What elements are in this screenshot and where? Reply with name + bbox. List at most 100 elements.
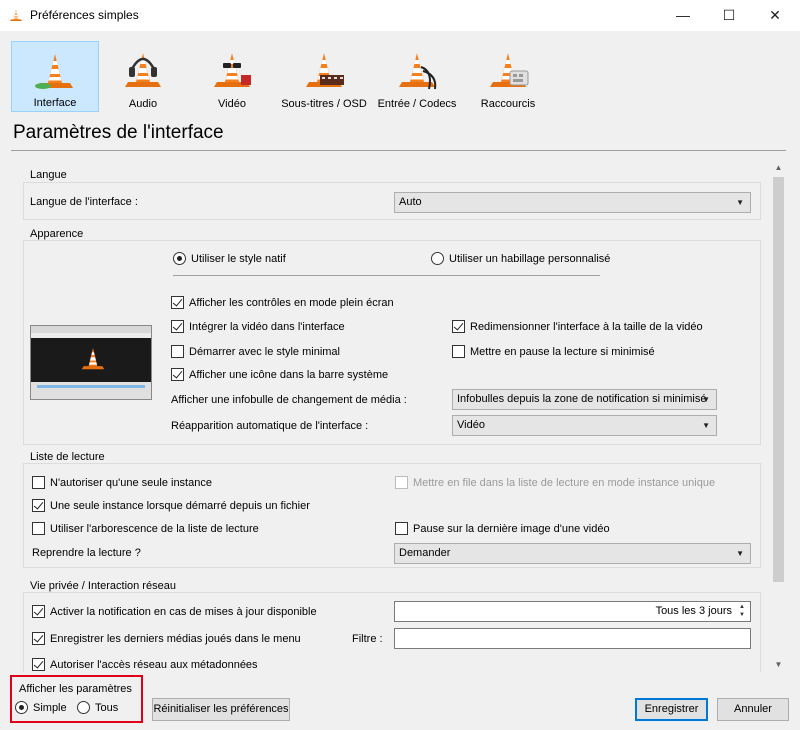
playlist-tree-checkbox[interactable]: Utiliser l'arborescence de la liste de l… [32,522,259,535]
checkbox-label: Enregistrer les derniers médias joués da… [50,632,301,645]
checkbox-indicator [32,476,45,489]
metadata-access-checkbox[interactable]: Autoriser l'accès réseau aux métadonnées [32,658,258,671]
maximize-button[interactable]: ☐ [706,0,752,31]
vlc-cone-icon [78,342,108,374]
title-divider [11,150,786,151]
checkbox-indicator [32,522,45,535]
checkbox-label: Activer la notification en cas de mises … [50,605,317,618]
pause-minimized-checkbox[interactable]: Mettre en pause la lecture si minimisé [452,345,655,358]
checkbox-indicator [171,320,184,333]
autoraise-value: Vidéo [457,419,485,431]
group-title: Vie privée / Interaction réseau [28,580,178,592]
checkbox-label: Utiliser l'arborescence de la liste de l… [50,522,259,535]
pause-last-frame-checkbox[interactable]: Pause sur la dernière image d'une vidéo [395,522,610,535]
group-title: Apparence [28,228,86,240]
glasses-cone-icon [208,45,251,93]
media-popup-value: Infobulles depuis la zone de notificatio… [457,393,707,405]
language-label: Langue de l'interface : [30,196,138,208]
minimize-button[interactable]: — [660,0,706,31]
update-notify-checkbox[interactable]: Activer la notification en cas de mises … [32,605,317,618]
checkbox-label: Autoriser l'accès réseau aux métadonnées [50,658,258,671]
dropdown-arrow-icon: ▼ [736,198,744,207]
style-custom-radio[interactable]: Utiliser un habillage personnalisé [431,252,610,265]
spin-arrows-icon[interactable]: ▲ ▼ [736,603,748,619]
show-all-radio[interactable]: Tous [77,701,118,714]
checkbox-indicator [452,320,465,333]
settings-scroll-area[interactable]: Langue Langue de l'interface : Auto ▼ App… [11,160,786,672]
checkbox-indicator [171,368,184,381]
recent-media-checkbox[interactable]: Enregistrer les derniers médias joués da… [32,632,301,645]
category-input-codecs[interactable]: Entrée / Codecs [375,41,459,112]
checkbox-label: Intégrer la vidéo dans l'interface [189,320,345,333]
checkbox-label: Redimensionner l'interface à la taille d… [470,320,703,333]
close-button[interactable]: ✕ [752,0,798,31]
category-label: Interface [33,97,77,109]
style-divider [173,275,600,276]
interface-preview-image [30,325,152,400]
radio-indicator [173,252,186,265]
systray-icon-checkbox[interactable]: Afficher une icône dans la barre système [171,368,388,381]
category-label: Raccourcis [480,98,536,110]
resume-playback-label: Reprendre la lecture ? [32,547,141,559]
update-interval-spinbox[interactable]: Tous les 3 jours ▲ ▼ [394,601,751,622]
headphones-cone-icon [119,45,167,93]
checkbox-label: Une seule instance lorsque démarré depui… [50,499,310,512]
radio-label: Utiliser un habillage personnalisé [449,252,611,265]
checkbox-indicator [452,345,465,358]
resume-playback-value: Demander [399,547,451,559]
category-label: Vidéo [218,98,246,110]
category-video[interactable]: Vidéo [190,41,274,112]
autoraise-label: Réapparition automatique de l'interface … [171,420,369,432]
category-subtitles-osd[interactable]: Sous-titres / OSD [280,41,368,112]
checkbox-label: Afficher une icône dans la barre système [189,368,389,381]
checkbox-indicator [171,296,184,309]
checkbox-indicator [32,632,45,645]
cable-cone-icon [393,45,437,90]
show-simple-radio[interactable]: Simple [15,701,67,714]
category-audio[interactable]: Audio [104,41,182,112]
checkbox-indicator [171,345,184,358]
vertical-scrollbar[interactable]: ▲ ▼ [771,160,786,672]
reset-preferences-button[interactable]: Réinitialiser les préférences [152,698,290,721]
resize-interface-checkbox[interactable]: Redimensionner l'interface à la taille d… [452,320,703,333]
filter-input[interactable] [394,628,751,649]
radio-indicator [77,701,90,714]
scroll-up-icon[interactable]: ▲ [771,160,786,175]
category-label: Audio [128,98,158,110]
radio-indicator [15,701,28,714]
category-interface[interactable]: Interface [11,41,99,112]
show-settings-title: Afficher les paramètres [19,683,132,695]
dropdown-arrow-icon: ▼ [702,395,710,404]
media-popup-select[interactable]: Infobulles depuis la zone de notificatio… [452,389,717,410]
category-shortcuts[interactable]: Raccourcis [470,41,546,112]
scroll-down-icon[interactable]: ▼ [771,657,786,672]
language-select[interactable]: Auto ▼ [394,192,751,213]
save-button[interactable]: Enregistrer [635,698,708,721]
checkbox-indicator [32,658,45,671]
style-native-radio[interactable]: Utiliser le style natif [173,252,286,265]
radio-label: Simple [33,701,67,714]
update-interval-value: Tous les 3 jours [655,605,732,617]
radio-indicator [431,252,444,265]
fullscreen-controls-checkbox[interactable]: Afficher les contrôles en mode plein écr… [171,296,394,309]
resume-playback-select[interactable]: Demander ▼ [394,543,751,564]
embed-video-checkbox[interactable]: Intégrer la vidéo dans l'interface [171,320,345,333]
one-instance-file-checkbox[interactable]: Une seule instance lorsque démarré depui… [32,499,310,512]
checkbox-label: Démarrer avec le style minimal [189,345,340,358]
group-title: Langue [28,169,69,181]
window-title: Préférences simples [30,8,139,22]
checkbox-label: Pause sur la dernière image d'une vidéo [413,522,610,535]
checkbox-indicator [395,476,408,489]
one-instance-checkbox[interactable]: N'autoriser qu'une seule instance [32,476,212,489]
cancel-button[interactable]: Annuler [717,698,789,721]
dropdown-arrow-icon: ▼ [702,421,710,430]
category-label: Entrée / Codecs [377,98,457,110]
title-bar: Préférences simples — ☐ ✕ [0,0,800,31]
minimal-style-checkbox[interactable]: Démarrer avec le style minimal [171,345,340,358]
autoraise-select[interactable]: Vidéo ▼ [452,415,717,436]
filter-label: Filtre : [352,633,383,645]
scrollbar-thumb[interactable] [773,177,784,582]
checkbox-label: Afficher les contrôles en mode plein écr… [189,296,394,309]
checkbox-label: Mettre en file dans la liste de lecture … [413,476,716,489]
keyboard-cone-icon [484,45,529,93]
